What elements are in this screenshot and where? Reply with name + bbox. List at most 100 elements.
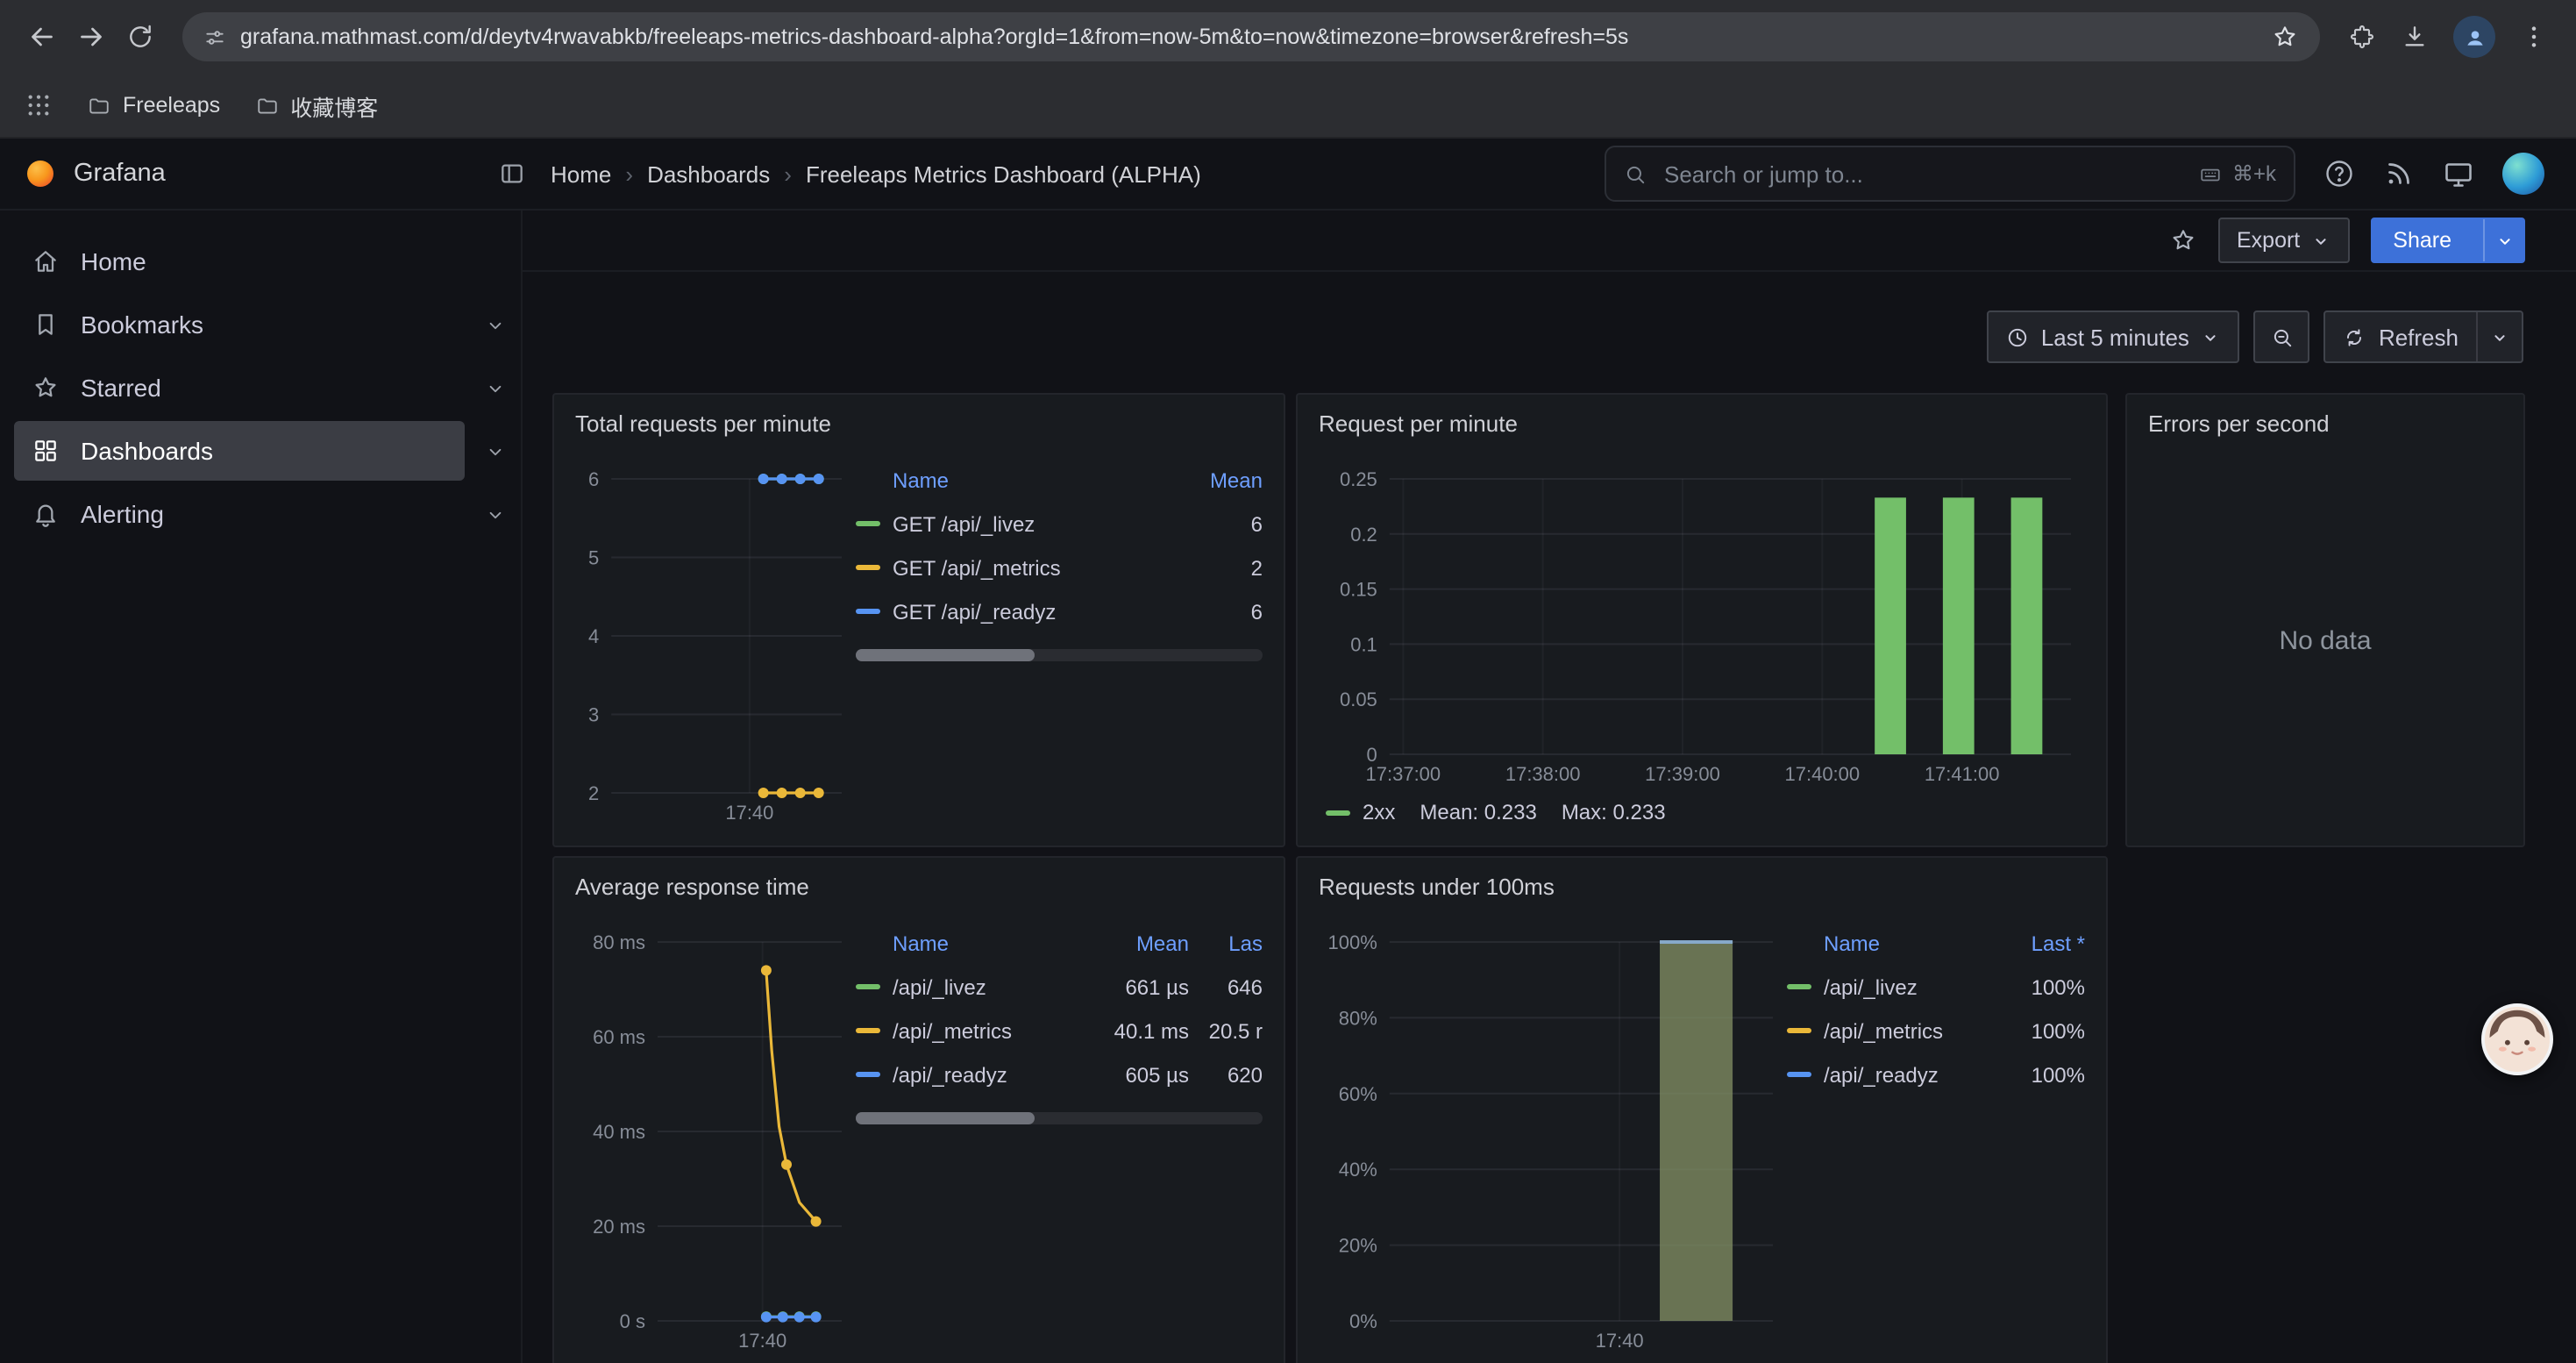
extensions-icon[interactable]	[2348, 23, 2376, 51]
legend-scrollbar[interactable]	[856, 1112, 1263, 1124]
chart-plot[interactable]: 0.250.20.150.10.05017:37:0017:38:0017:39…	[1319, 451, 2085, 793]
legend-value: 661 µs	[1084, 974, 1189, 999]
panel-title[interactable]: Average response time	[575, 873, 809, 899]
apps-grid-icon[interactable]	[25, 91, 53, 119]
chevron-down-icon[interactable]	[484, 313, 507, 336]
share-button[interactable]: Share	[2370, 218, 2525, 263]
series-color-dash	[856, 984, 880, 989]
export-button[interactable]: Export	[2217, 218, 2349, 263]
panel-request-per-minute: Request per minute 0.250.20.150.10.05017…	[1296, 393, 2108, 847]
grafana-logo-icon[interactable]	[25, 158, 56, 189]
chevron-down-icon[interactable]	[484, 503, 507, 525]
profile-avatar[interactable]	[2453, 16, 2495, 58]
breadcrumb-item[interactable]: Dashboards	[647, 161, 770, 187]
favorite-star-icon[interactable]	[2168, 226, 2196, 254]
svg-text:17:40:00: 17:40:00	[1785, 763, 1861, 785]
legend-row[interactable]: GET /api/_metrics2	[856, 546, 1263, 589]
svg-text:100%: 100%	[1328, 931, 1377, 953]
refresh-button[interactable]: Refresh	[2324, 310, 2523, 363]
legend-header: NameMean	[856, 458, 1263, 502]
zoom-out-button[interactable]	[2254, 310, 2310, 363]
legend-row[interactable]: /api/_metrics40.1 ms20.5 r	[856, 1009, 1263, 1053]
legend-row[interactable]: /api/_readyz100%	[1787, 1053, 2085, 1096]
scrollbar-thumb[interactable]	[856, 1112, 1035, 1124]
legend-stat: Mean: 0.233	[1420, 800, 1536, 824]
breadcrumb-item: Freeleaps Metrics Dashboard (ALPHA)	[806, 161, 1201, 187]
legend-row[interactable]: GET /api/_livez6	[856, 502, 1263, 546]
legend-series-name: /api/_livez	[1824, 974, 1918, 999]
download-icon[interactable]	[2401, 23, 2429, 51]
panel-title[interactable]: Errors per second	[2148, 410, 2330, 436]
help-icon[interactable]	[2323, 158, 2355, 189]
sidebar-item-alerting[interactable]: Alerting	[14, 484, 465, 544]
search-input[interactable]	[1661, 159, 2185, 189]
legend-header-col[interactable]: Last *	[1987, 931, 2085, 955]
dock-menu-icon[interactable]	[498, 160, 526, 188]
panel-title[interactable]: Requests under 100ms	[1319, 873, 1555, 899]
bookmark-folder[interactable]: 收藏博客	[255, 89, 378, 122]
panel-title[interactable]: Total requests per minute	[575, 410, 831, 436]
legend-value: 20.5 r	[1189, 1018, 1263, 1043]
site-settings-icon[interactable]	[203, 25, 226, 48]
panel-title[interactable]: Request per minute	[1319, 410, 1518, 436]
share-menu-caret[interactable]	[2483, 219, 2523, 261]
legend-series-name: /api/_readyz	[1824, 1062, 1939, 1087]
svg-text:0 s: 0 s	[620, 1310, 645, 1332]
legend-row[interactable]: /api/_livez100%	[1787, 965, 2085, 1009]
sidebar-item-home[interactable]: Home	[14, 232, 465, 291]
legend-scrollbar[interactable]	[856, 649, 1263, 661]
legend-header-col[interactable]: Mean	[1171, 467, 1263, 492]
legend-header-name[interactable]: Name	[856, 467, 1171, 492]
legend-header-col[interactable]: Las	[1189, 931, 1263, 955]
sidebar-item-starred[interactable]: Starred	[14, 358, 465, 417]
brand-label[interactable]: Grafana	[74, 160, 166, 188]
user-avatar[interactable]	[2502, 153, 2544, 195]
screen-share-icon[interactable]	[2443, 158, 2474, 189]
legend-row[interactable]: /api/_readyz605 µs620	[856, 1053, 1263, 1096]
legend-row[interactable]: /api/_metrics100%	[1787, 1009, 2085, 1053]
legend-series: /api/_metrics	[856, 1018, 1084, 1043]
legend-series-name: /api/_readyz	[893, 1062, 1007, 1087]
svg-text:0.1: 0.1	[1350, 633, 1377, 655]
zoom-out-icon	[2271, 325, 2294, 348]
chart-plot[interactable]: 80 ms60 ms40 ms20 ms0 s17:40	[575, 914, 856, 1359]
refresh-interval-caret[interactable]	[2476, 312, 2522, 361]
grafana-body: HomeBookmarksStarredDashboardsAlerting E…	[0, 211, 2576, 1363]
address-bar[interactable]: grafana.mathmast.com/d/deytv4rwavabkb/fr…	[182, 12, 2320, 61]
legend-header-name[interactable]: Name	[1787, 931, 1987, 955]
bookmark-star-icon[interactable]	[2271, 23, 2299, 51]
bookmark-label: Freeleaps	[123, 93, 220, 118]
forward-icon[interactable]	[67, 12, 116, 61]
chevron-down-icon[interactable]	[484, 376, 507, 399]
export-label: Export	[2237, 228, 2300, 253]
sidebar-item-dashboards[interactable]: Dashboards	[14, 421, 465, 481]
chart-legend-inline: 2xxMean: 0.233Max: 0.233	[1319, 793, 2085, 831]
legend-row[interactable]: GET /api/_readyz6	[856, 589, 1263, 633]
scrollbar-thumb[interactable]	[856, 649, 1035, 661]
home-icon	[32, 247, 60, 275]
chevron-down-icon[interactable]	[484, 439, 507, 462]
bookmark-folder[interactable]: Freeleaps	[88, 93, 220, 118]
chart-legend: NameMeanGET /api/_livez6GET /api/_metric…	[856, 451, 1263, 831]
back-icon[interactable]	[18, 12, 67, 61]
legend-series[interactable]: 2xx	[1326, 800, 1395, 824]
chart-plot[interactable]: 100%80%60%40%20%0%17:40	[1319, 914, 1787, 1359]
svg-text:17:37:00: 17:37:00	[1366, 763, 1441, 785]
legend-row[interactable]: /api/_livez661 µs646	[856, 965, 1263, 1009]
breadcrumb-item[interactable]: Home	[551, 161, 611, 187]
bookmark-label: 收藏博客	[290, 89, 378, 122]
sidebar-item-bookmarks[interactable]: Bookmarks	[14, 295, 465, 354]
legend-header-name[interactable]: Name	[856, 931, 1084, 955]
svg-text:0.05: 0.05	[1340, 689, 1377, 710]
legend-header-col[interactable]: Mean	[1084, 931, 1189, 955]
search-box[interactable]: ⌘+k	[1605, 146, 2295, 202]
news-rss-icon[interactable]	[2383, 158, 2415, 189]
chart-plot[interactable]: 6543217:40	[575, 451, 856, 831]
reload-icon[interactable]	[116, 12, 165, 61]
assistant-avatar[interactable]	[2481, 1003, 2553, 1075]
series-color-dash	[856, 1072, 880, 1077]
share-label[interactable]: Share	[2372, 219, 2473, 261]
time-range-picker[interactable]: Last 5 minutes	[1987, 310, 2240, 363]
browser-menu-icon[interactable]	[2520, 23, 2548, 51]
star-icon	[32, 374, 60, 402]
